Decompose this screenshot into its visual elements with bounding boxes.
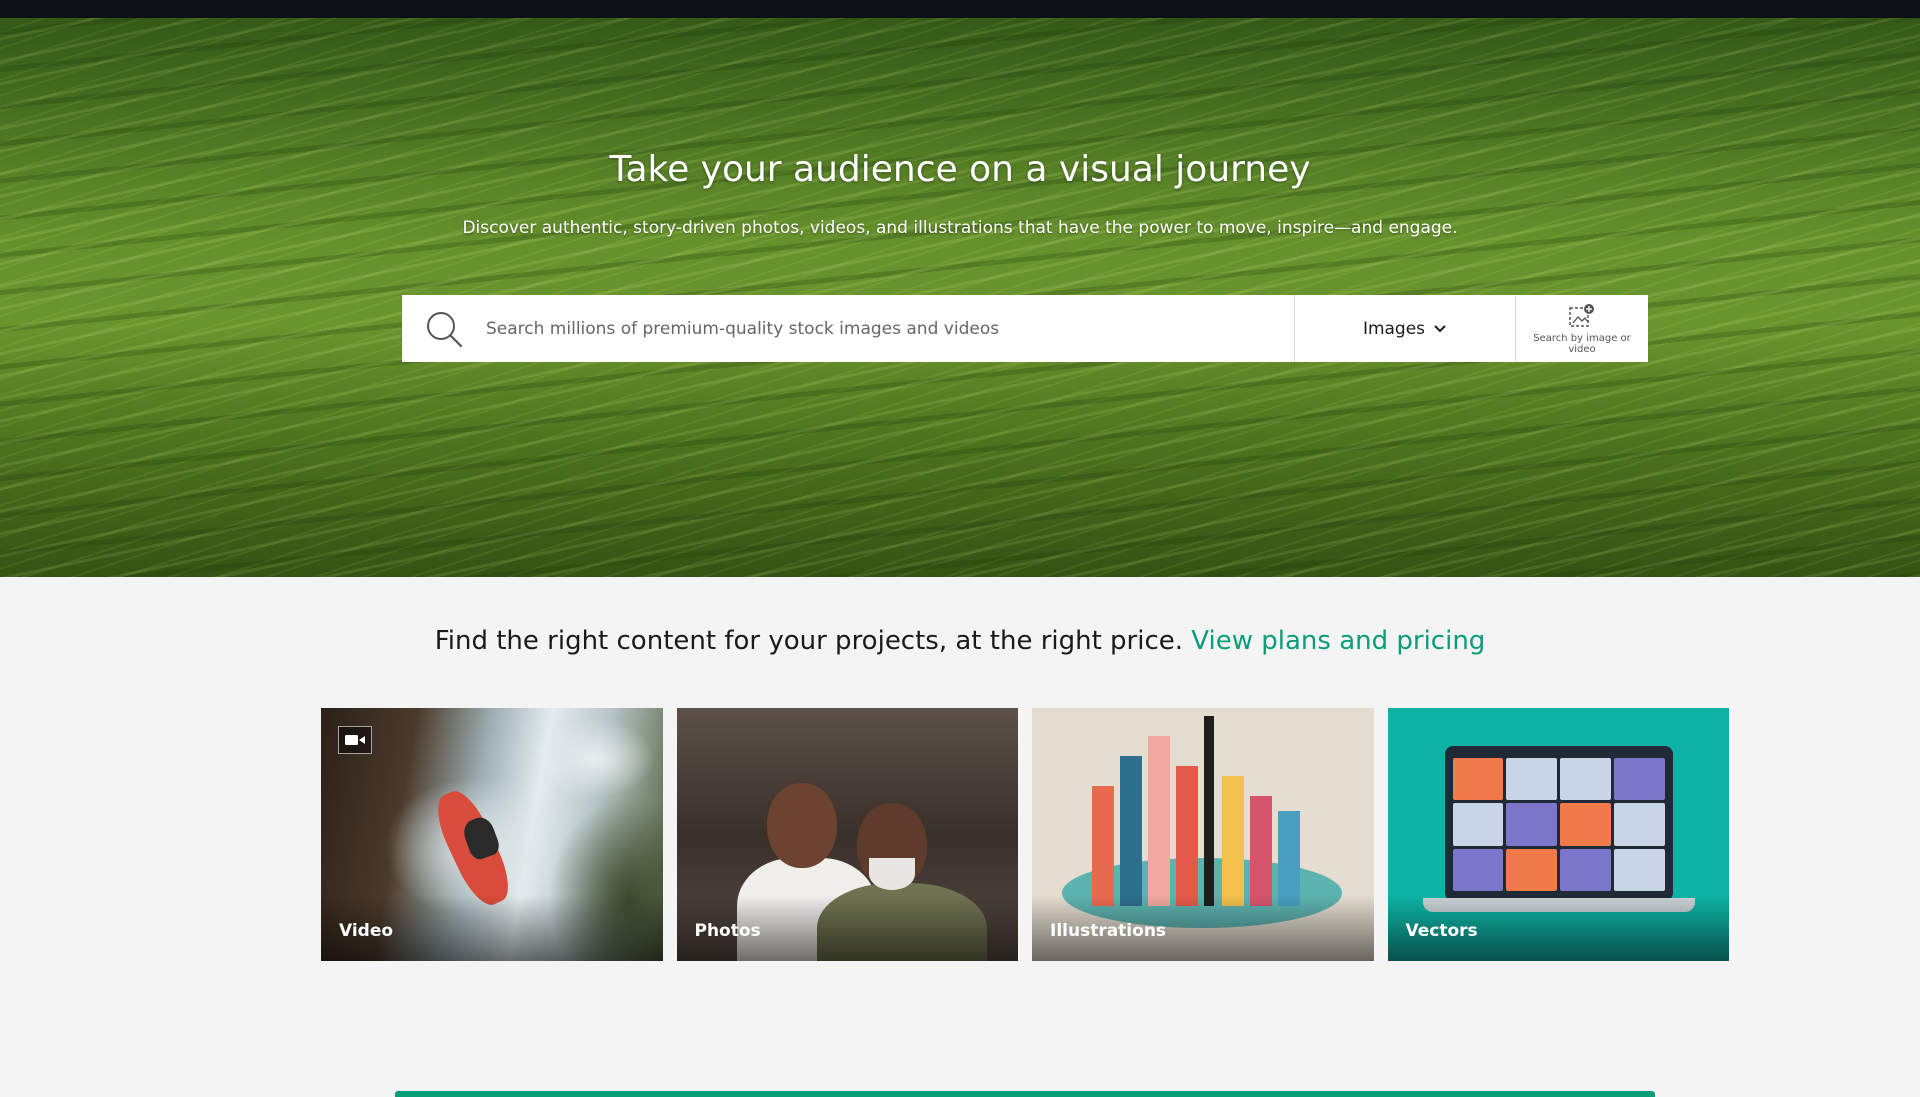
building-shape: [1148, 736, 1170, 906]
building-shape: [1176, 766, 1198, 906]
category-label: Video: [321, 895, 663, 961]
bottom-accent-bar: [395, 1091, 1655, 1097]
category-cards: Video Photos Illustrations Vectors: [321, 708, 1729, 961]
search-bar: Images Search by image or video: [402, 295, 1648, 362]
search-input[interactable]: [486, 295, 1294, 362]
category-card-photos[interactable]: Photos: [676, 708, 1018, 961]
video-camera-icon: [338, 726, 372, 754]
media-type-label: Images: [1362, 318, 1426, 339]
building-shape: [1120, 756, 1142, 906]
media-type-select[interactable]: Images: [1294, 295, 1515, 362]
top-bar: [0, 0, 1920, 18]
category-card-vectors[interactable]: Vectors: [1387, 708, 1729, 961]
category-card-illustrations[interactable]: Illustrations: [1032, 708, 1374, 961]
search-by-image-button[interactable]: Search by image or video: [1515, 295, 1648, 362]
tower-shape: [1204, 716, 1214, 906]
building-shape: [1250, 796, 1272, 906]
video-call-grid: [1452, 758, 1665, 891]
category-label: Vectors: [1387, 895, 1729, 961]
building-shape: [1092, 786, 1114, 906]
image-search-label: Search by image or video: [1533, 332, 1631, 355]
hero-banner: Take your audience on a visual journey D…: [0, 18, 1920, 577]
category-label: Photos: [676, 895, 1018, 961]
person-head: [766, 783, 837, 868]
chevron-down-icon: [1434, 324, 1446, 332]
hero-subtitle: Discover authentic, story-driven photos,…: [462, 218, 1458, 238]
image-search-icon: [1569, 303, 1594, 327]
pricing-text: Find the right content for your projects…: [434, 626, 1184, 656]
building-shape: [1278, 811, 1300, 906]
pricing-tagline: Find the right content for your projects…: [0, 626, 1920, 656]
view-plans-link[interactable]: View plans and pricing: [1191, 626, 1485, 656]
category-card-video[interactable]: Video: [321, 708, 663, 961]
beard: [868, 858, 915, 890]
hero-title: Take your audience on a visual journey: [609, 149, 1311, 190]
building-shape: [1222, 776, 1244, 906]
search-icon[interactable]: [402, 295, 486, 362]
category-label: Illustrations: [1032, 895, 1374, 961]
